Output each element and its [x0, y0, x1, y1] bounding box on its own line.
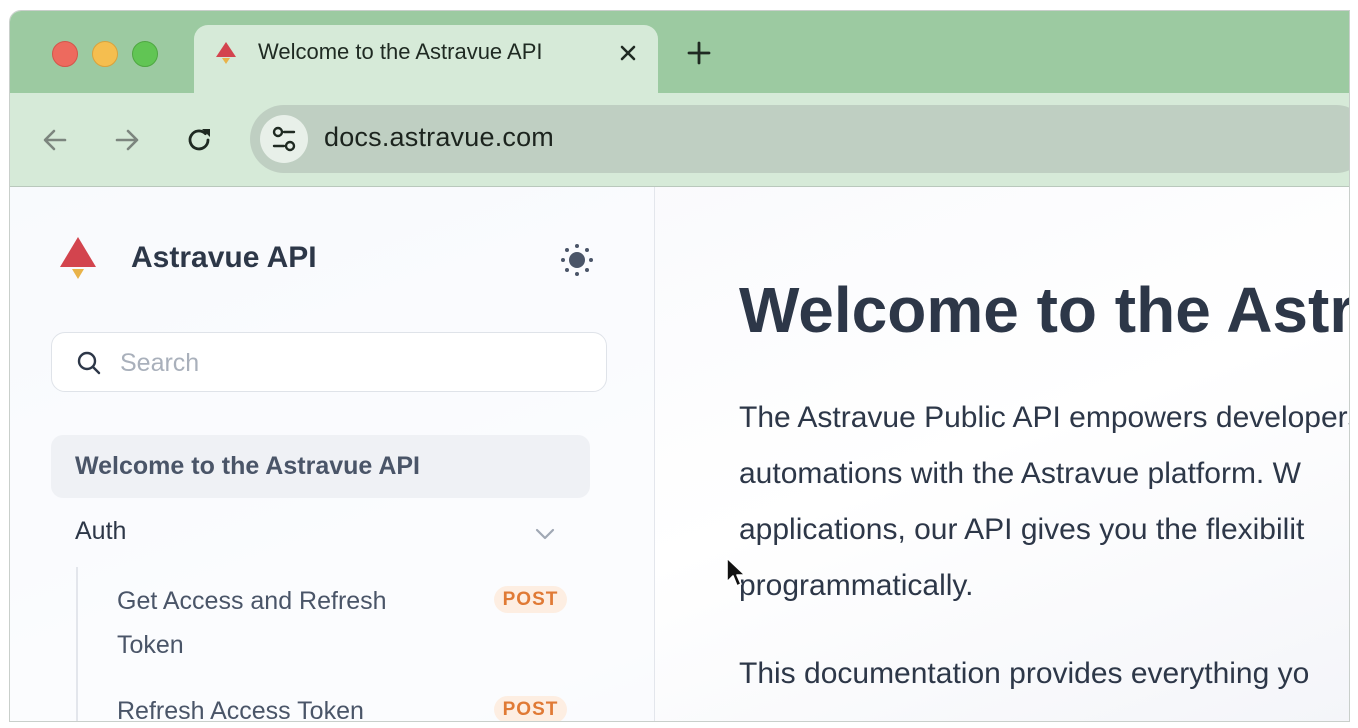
method-badge: POST [494, 696, 567, 721]
url-text[interactable]: docs.astravue.com [324, 122, 554, 153]
minimize-window-button[interactable] [92, 41, 118, 67]
plus-icon[interactable] [682, 36, 716, 70]
tab-strip: Welcome to the Astravue API [10, 11, 1349, 93]
sidebar-item-welcome[interactable]: Welcome to the Astravue API [51, 435, 590, 498]
method-badge: POST [494, 586, 567, 613]
intro-paragraph: The Astravue Public API empowers develop… [739, 390, 1350, 614]
mouse-cursor-icon [726, 557, 746, 587]
tree-guide-line [76, 567, 78, 721]
sidebar-item-label: Welcome to the Astravue API [75, 452, 420, 480]
search-icon [77, 351, 101, 375]
search-box[interactable] [51, 332, 607, 392]
paragraph-line: The Astravue Public API empowers develop… [739, 401, 1350, 434]
brand-name[interactable]: Astravue API [131, 241, 317, 275]
page-title: Welcome to the Astravue API [739, 274, 1350, 346]
paragraph-line: automations with the Astravue platform. … [739, 457, 1301, 490]
browser-tab[interactable]: Welcome to the Astravue API [194, 25, 658, 93]
address-bar[interactable]: docs.astravue.com [250, 105, 1349, 173]
browser-toolbar: docs.astravue.com [10, 93, 1349, 187]
sidebar-group-auth[interactable]: Auth [75, 517, 126, 546]
sun-icon[interactable] [560, 243, 594, 277]
sidebar-item-get-access-token[interactable]: Get Access and Refresh Token [117, 579, 447, 667]
chevron-down-icon[interactable] [532, 521, 558, 547]
arrow-left-icon[interactable] [38, 123, 72, 157]
search-input[interactable] [118, 343, 582, 383]
main-content: Welcome to the Astravue API The Astravue… [655, 187, 1350, 721]
paragraph-line: programmatically. [739, 569, 974, 602]
browser-window: Welcome to the Astravue API docs.astravu… [9, 10, 1350, 722]
close-window-button[interactable] [52, 41, 78, 67]
close-icon[interactable] [614, 39, 642, 67]
tab-title: Welcome to the Astravue API [258, 39, 543, 64]
docs-page: Astravue API Welcome to the Astravu [10, 187, 1350, 721]
documentation-paragraph: This documentation provides everything y… [739, 657, 1310, 690]
astravue-logo-icon [216, 42, 236, 64]
sidebar: Astravue API Welcome to the Astravu [10, 187, 655, 721]
sidebar-item-refresh-access-token[interactable]: Refresh Access Token [117, 689, 364, 721]
astravue-logo-icon[interactable] [58, 237, 98, 283]
paragraph-line: applications, our API gives you the flex… [739, 513, 1305, 546]
arrow-right-icon[interactable] [110, 123, 144, 157]
reload-icon[interactable] [182, 123, 216, 157]
tune-icon[interactable] [260, 115, 308, 163]
maximize-window-button[interactable] [132, 41, 158, 67]
